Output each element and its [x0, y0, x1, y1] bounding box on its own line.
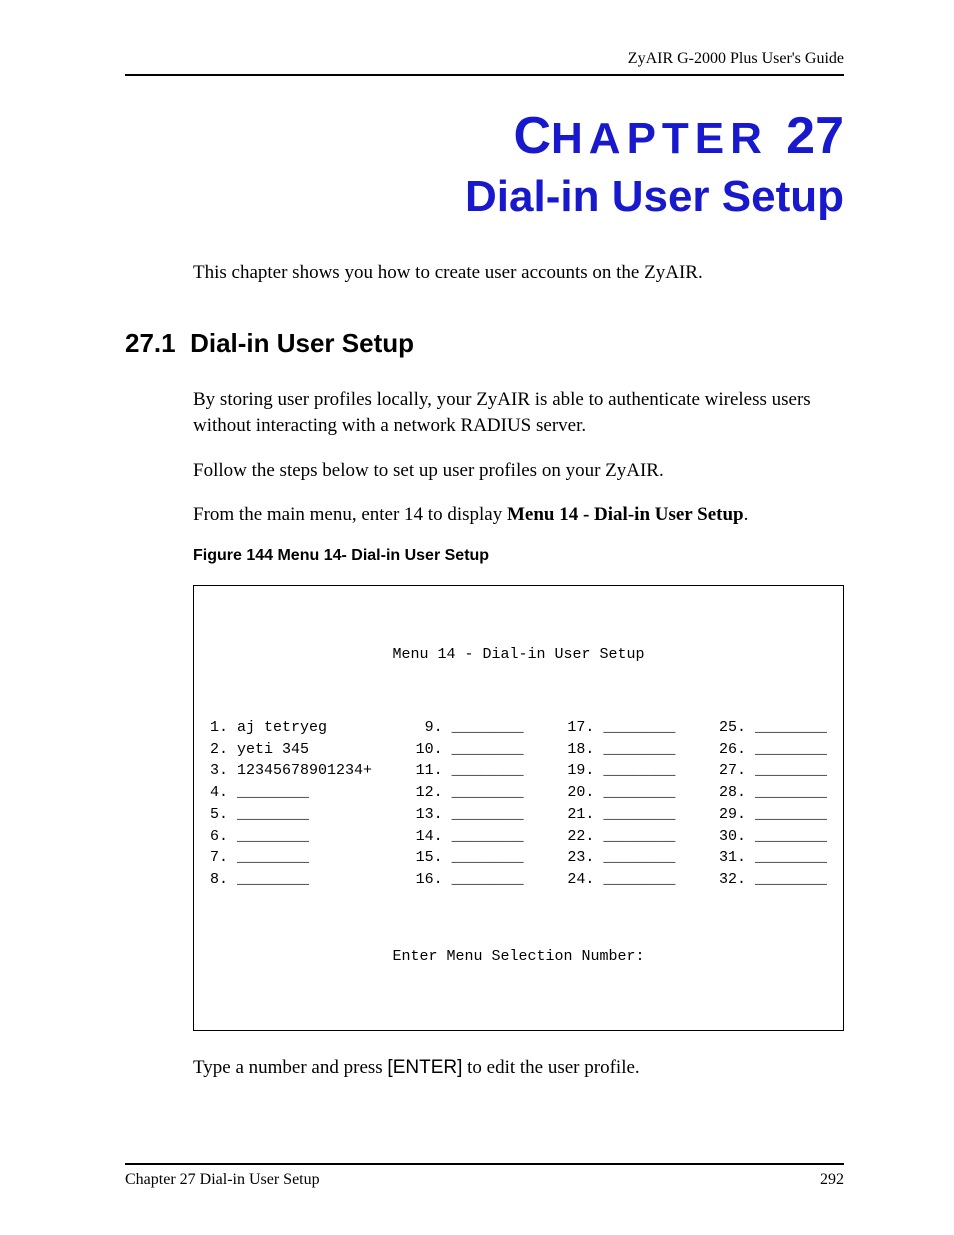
menu-columns: 1. aj tetryeg 2. yeti 345 3. 12345678901… — [210, 717, 827, 891]
enter-key: [ENTER] — [387, 1057, 462, 1078]
menu-title: Menu 14 - Dial-in User Setup — [210, 644, 827, 666]
figure-caption: Figure 144 Menu 14- Dial-in User Setup — [193, 547, 844, 565]
footer-rule — [125, 1163, 844, 1165]
page-footer: Chapter 27 Dial-in User Setup 292 — [125, 1163, 844, 1189]
section-number: 27.1 — [125, 328, 176, 358]
after-post: to edit the user profile. — [462, 1057, 639, 1078]
p3-post: . — [744, 504, 749, 525]
menu-col-4: 25. ________ 26. ________ 27. ________ 2… — [719, 717, 827, 891]
section-title: Dial-in User Setup — [190, 328, 414, 358]
menu-footer: Enter Menu Selection Number: — [210, 946, 827, 968]
chapter-label-c: C — [513, 107, 551, 165]
paragraph-1: By storing user profiles locally, your Z… — [193, 387, 844, 440]
chapter-number: 27 — [786, 107, 844, 165]
after-figure-text: Type a number and press [ENTER] to edit … — [193, 1057, 844, 1079]
footer-left: Chapter 27 Dial-in User Setup — [125, 1171, 320, 1189]
chapter-heading: CHAPTER 27 Dial-in User Setup — [125, 106, 844, 222]
header-rule — [125, 74, 844, 76]
chapter-intro: This chapter shows you how to create use… — [193, 260, 844, 286]
header-guide-title: ZyAIR G-2000 Plus User's Guide — [125, 50, 844, 68]
menu-box: Menu 14 - Dial-in User Setup 1. aj tetry… — [193, 585, 844, 1031]
footer-page-number: 292 — [820, 1171, 844, 1189]
menu-col-3: 17. ________ 18. ________ 19. ________ 2… — [567, 717, 675, 891]
p3-bold: Menu 14 - Dial-in User Setup — [507, 504, 744, 525]
after-pre: Type a number and press — [193, 1057, 387, 1078]
menu-col-1: 1. aj tetryeg 2. yeti 345 3. 12345678901… — [210, 717, 372, 891]
paragraph-3: From the main menu, enter 14 to display … — [193, 502, 844, 529]
menu-col-2: 9. ________ 10. ________ 11. ________ 12… — [416, 717, 524, 891]
paragraph-2: Follow the steps below to set up user pr… — [193, 458, 844, 485]
chapter-label-rest: HAPTER — [551, 114, 768, 163]
p3-pre: From the main menu, enter 14 to display — [193, 504, 507, 525]
chapter-title: Dial-in User Setup — [125, 172, 844, 222]
section-heading: 27.1 Dial-in User Setup — [125, 328, 844, 359]
